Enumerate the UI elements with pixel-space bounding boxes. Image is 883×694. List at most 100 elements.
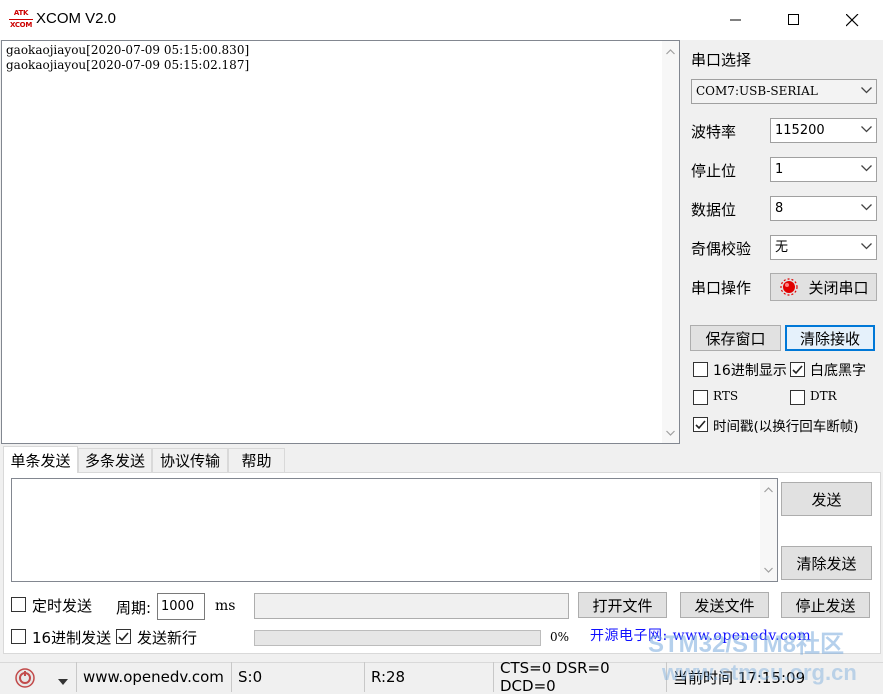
port-select[interactable]: COM7:USB-SERIAL <box>691 79 877 104</box>
data-bits-value: 8 <box>775 201 784 216</box>
parity-label: 奇偶校验 <box>691 240 752 258</box>
window-title: XCOM V2.0 <box>36 10 117 27</box>
send-scrollbar[interactable] <box>760 479 777 581</box>
port-status-icon <box>780 278 799 296</box>
data-bits-select[interactable]: 8 <box>770 196 877 221</box>
status-received-count: R:28 <box>364 662 492 692</box>
chevron-down-icon <box>861 204 872 211</box>
close-button[interactable] <box>823 0 881 40</box>
logo-text-top: ATK <box>13 9 29 17</box>
tab-help[interactable]: 帮助 <box>228 448 285 472</box>
baud-rate-label: 波特率 <box>691 123 737 141</box>
receive-textarea[interactable]: gaokaojiayou[2020-07-09 05:15:00.830] ga… <box>1 40 680 444</box>
timed-send-checkbox[interactable] <box>11 597 26 612</box>
stop-bits-value: 1 <box>775 162 784 177</box>
clear-receive-button[interactable]: 清除接收 <box>785 325 875 351</box>
parity-select[interactable]: 无 <box>770 235 877 260</box>
clear-send-button[interactable]: 清除发送 <box>781 546 872 580</box>
tab-multi-send[interactable]: 多条发送 <box>78 448 152 472</box>
watermark-url: www.stmcu.org.cn <box>662 660 857 685</box>
data-bits-label: 数据位 <box>691 201 737 219</box>
clear-receive-label: 清除接收 <box>799 329 860 348</box>
timestamp-checkbox[interactable] <box>693 417 708 432</box>
tab-protocol[interactable]: 协议传输 <box>152 448 228 472</box>
chevron-down-icon <box>861 243 872 250</box>
chevron-down-icon <box>861 165 872 172</box>
tab-label: 多条发送 <box>84 452 145 470</box>
checkmark-icon <box>695 420 706 430</box>
logo-text-bottom: XCOM <box>9 19 33 29</box>
save-window-button[interactable]: 保存窗口 <box>690 325 781 351</box>
receive-line: gaokaojiayou[2020-07-09 05:15:02.187] <box>6 58 250 72</box>
file-path-field[interactable] <box>254 593 569 619</box>
chevron-down-icon <box>861 126 872 133</box>
status-menu-icon <box>15 668 35 688</box>
chevron-down-icon[interactable] <box>58 673 68 689</box>
maximize-button[interactable] <box>765 0 823 40</box>
hex-display-label: 16进制显示 <box>713 363 787 379</box>
close-port-button[interactable]: 关闭串口 <box>770 273 877 301</box>
hex-send-checkbox[interactable] <box>11 629 26 644</box>
open-file-label: 打开文件 <box>592 596 653 615</box>
clear-send-label: 清除发送 <box>796 554 857 573</box>
port-select-label: 串口选择 <box>691 51 752 69</box>
scroll-up-icon[interactable] <box>760 481 777 498</box>
send-textarea[interactable] <box>11 478 778 582</box>
receive-scrollbar[interactable] <box>662 41 679 443</box>
progress-percent: 0% <box>550 630 570 644</box>
white-bg-checkbox[interactable] <box>790 362 805 377</box>
port-select-value: COM7:USB-SERIAL <box>696 84 818 98</box>
maximize-icon <box>788 14 799 25</box>
dtr-checkbox[interactable] <box>790 390 805 405</box>
checkmark-icon <box>118 632 129 642</box>
send-button[interactable]: 发送 <box>781 482 872 516</box>
rts-label: RTS <box>713 389 739 403</box>
close-port-label: 关闭串口 <box>808 278 869 297</box>
timestamp-label: 时间戳(以换行回车断帧) <box>713 419 859 435</box>
period-input[interactable]: 1000 <box>157 593 205 620</box>
app-logo-icon: ATK XCOM <box>9 8 33 30</box>
rts-checkbox[interactable] <box>693 390 708 405</box>
period-unit: ms <box>215 598 236 614</box>
close-icon <box>845 13 858 26</box>
hex-display-checkbox[interactable] <box>693 362 708 377</box>
status-website-text: www.openedv.com <box>83 668 224 686</box>
hex-send-label: 16进制发送 <box>32 629 112 647</box>
send-label: 发送 <box>811 490 842 509</box>
tab-label: 帮助 <box>241 452 272 470</box>
dtr-label: DTR <box>810 389 837 403</box>
status-received-text: R:28 <box>371 668 406 686</box>
period-label: 周期: <box>116 599 152 617</box>
stop-bits-label: 停止位 <box>691 162 737 180</box>
chevron-down-icon <box>861 87 872 94</box>
scroll-up-icon[interactable] <box>662 43 679 60</box>
parity-value: 无 <box>775 240 789 255</box>
timed-send-label: 定时发送 <box>32 597 93 615</box>
tab-single-send[interactable]: 单条发送 <box>3 446 78 473</box>
send-newline-label: 发送新行 <box>137 629 198 647</box>
send-file-button[interactable]: 发送文件 <box>680 592 769 618</box>
send-newline-checkbox[interactable] <box>116 629 131 644</box>
checkmark-icon <box>792 365 803 375</box>
port-operation-label: 串口操作 <box>691 279 752 297</box>
stop-bits-select[interactable]: 1 <box>770 157 877 182</box>
open-file-button[interactable]: 打开文件 <box>578 592 667 618</box>
tab-label: 协议传输 <box>159 452 220 470</box>
save-window-label: 保存窗口 <box>705 329 766 348</box>
minimize-icon <box>730 19 741 21</box>
status-sent-text: S:0 <box>238 668 263 686</box>
stop-send-label: 停止发送 <box>795 596 856 615</box>
scroll-down-icon[interactable] <box>662 424 679 441</box>
status-website[interactable]: www.openedv.com <box>76 662 230 692</box>
receive-line: gaokaojiayou[2020-07-09 05:15:00.830] <box>6 43 250 57</box>
send-file-label: 发送文件 <box>694 596 755 615</box>
baud-rate-select[interactable]: 115200 <box>770 118 877 143</box>
send-progress-bar <box>254 630 541 646</box>
scroll-down-icon[interactable] <box>760 561 777 578</box>
baud-rate-value: 115200 <box>775 123 825 138</box>
stop-send-button[interactable]: 停止发送 <box>781 592 870 618</box>
tab-label: 单条发送 <box>10 451 71 470</box>
minimize-button[interactable] <box>707 0 765 40</box>
settings-gear-icon[interactable] <box>12 666 38 690</box>
period-value: 1000 <box>161 599 195 614</box>
